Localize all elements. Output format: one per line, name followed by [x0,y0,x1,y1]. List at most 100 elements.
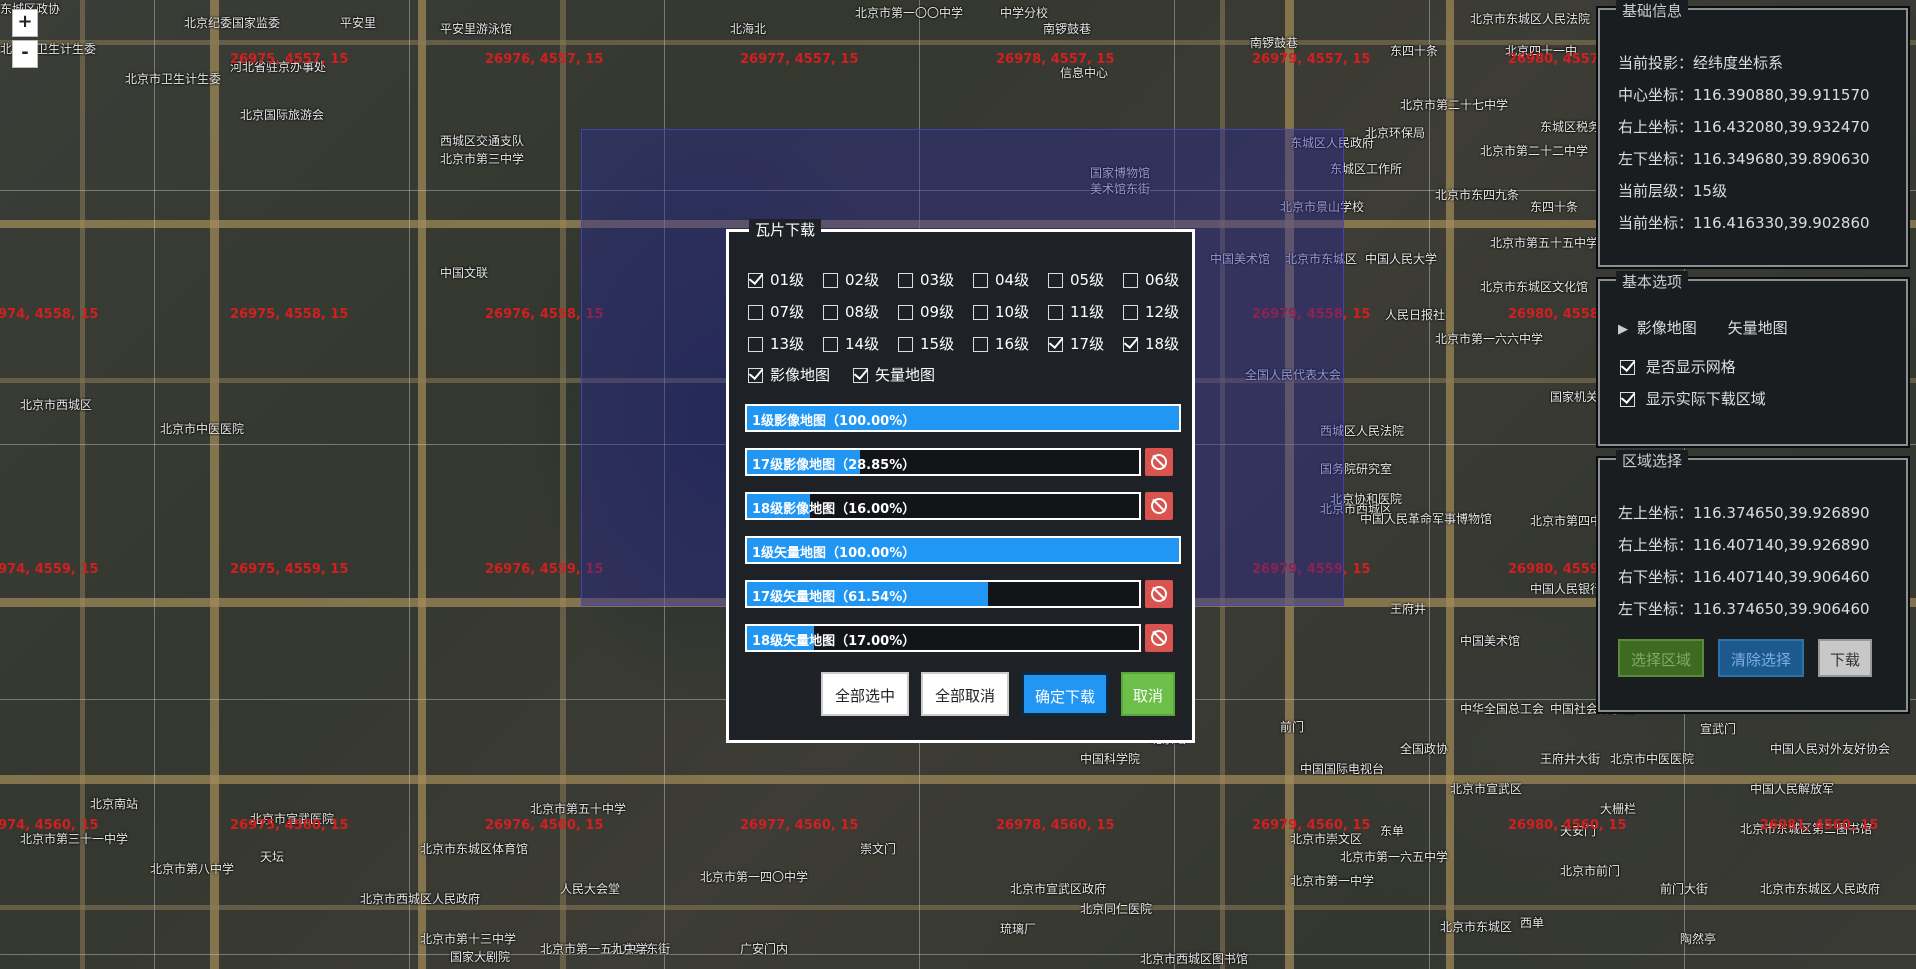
level-option[interactable]: 16级 [973,333,1029,354]
level-checkbox[interactable] [898,273,913,288]
road [0,775,1916,784]
map-place-label: 西单 [1520,916,1545,930]
show-grid-option[interactable]: 是否显示网格 [1620,356,1736,377]
level-option[interactable]: 04级 [973,269,1029,290]
level-checkbox[interactable] [898,337,913,352]
tile-download-dialog: 瓦片下载 01级 02级 03级 04级 05级 06级 07级 08级 09级 10级 11级 12… [726,219,1195,743]
level-option[interactable]: 08级 [823,301,879,322]
level-checkbox[interactable] [748,337,763,352]
map-place-label: 北京市第一六五中学 [1340,850,1449,864]
map-place-label: 宣武门 [1700,722,1737,736]
level-checkbox[interactable] [1048,273,1063,288]
confirm-download-button[interactable]: 确定下载 [1021,672,1109,716]
level-option[interactable]: 17级 [1048,333,1104,354]
dialog-maptype-imagery[interactable]: 影像地图 [748,364,830,385]
bottom-left-coordinate: 左下坐标：116.349680,39.890630 [1618,150,1870,168]
map-place-label: 中华全国总工会 [1460,702,1545,716]
level-label: 16级 [995,335,1030,353]
tile-coordinate-label: 26978, 4557, 15 [996,52,1115,67]
tile-coordinate-label: 26974, 4559, 15 [0,562,99,577]
map-place-label: 北京市东城区人民政府 [1760,882,1881,896]
level-checkbox[interactable] [1048,337,1063,352]
level-option[interactable]: 15级 [898,333,954,354]
dialog-maptype-vector[interactable]: 矢量地图 [853,364,935,385]
level-checkbox[interactable] [1123,273,1138,288]
cancel-download-icon[interactable] [1145,448,1173,476]
cancel-button[interactable]: 取消 [1121,672,1175,716]
level-option[interactable]: 09级 [898,301,954,322]
clear-selection-button[interactable]: 清除选择 [1718,639,1804,677]
map-place-label: 中国人民解放军 [1750,782,1835,796]
map-place-label: 北京市第一〇〇中学 [855,6,964,20]
map-place-label: 中学分校 [1000,6,1049,20]
level-label: 09级 [920,303,955,321]
show-grid-checkbox[interactable] [1620,360,1635,375]
level-checkbox[interactable] [973,273,988,288]
download-button[interactable]: 下载 [1818,639,1872,677]
download-progress-bar: 1级矢量地图（100.00%） [745,536,1181,564]
map-place-label: 王府井大街 [1540,752,1601,766]
zoom-in-button[interactable]: + [12,9,38,37]
level-label: 12级 [1145,303,1180,321]
options-panel-title: 基本选项 [1616,271,1689,292]
level-option[interactable]: 13级 [748,333,804,354]
level-checkbox[interactable] [823,337,838,352]
level-checkbox[interactable] [1123,337,1138,352]
show-area-option[interactable]: 显示实际下载区域 [1620,388,1766,409]
level-option[interactable]: 06级 [1123,269,1179,290]
level-checkbox[interactable] [898,305,913,320]
map-place-label: 大栅栏 [1600,802,1637,816]
map-place-label: 北京市东城区人民法院 [1470,12,1591,26]
map-place-label: 广安门内 [740,942,789,956]
cancel-download-icon[interactable] [1145,624,1173,652]
tile-coordinate-label: 26979, 4560, 15 [1252,818,1371,833]
select-all-button[interactable]: 全部选中 [821,672,909,716]
cancel-download-icon[interactable] [1145,492,1173,520]
tile-coordinate-label: 26976, 4557, 15 [485,52,604,67]
level-checkbox[interactable] [1123,305,1138,320]
level-checkbox[interactable] [1048,305,1063,320]
area-top-left: 左上坐标：116.374650,39.926890 [1618,504,1870,522]
level-checkbox[interactable] [823,305,838,320]
progress-label: 17级影像地图（28.85%） [752,458,916,473]
level-label: 08级 [845,303,880,321]
level-option[interactable]: 14级 [823,333,879,354]
zoom-out-button[interactable]: - [12,40,38,68]
level-option[interactable]: 02级 [823,269,879,290]
map-type-imagery[interactable]: 影像地图 [1637,319,1697,337]
map-place-label: 北京国际旅游会 [240,108,325,122]
map-place-label: 陶然亭 [1680,932,1717,946]
level-option[interactable]: 05级 [1048,269,1104,290]
level-label: 04级 [995,271,1030,289]
level-option[interactable]: 10级 [973,301,1029,322]
map-place-label: 北京市卫生计生委 [125,72,222,86]
show-area-checkbox[interactable] [1620,392,1635,407]
level-option[interactable]: 12级 [1123,301,1179,322]
level-checkbox[interactable] [748,273,763,288]
level-checkbox[interactable] [973,337,988,352]
level-option[interactable]: 11级 [1048,301,1104,322]
play-icon: ▶ [1618,322,1628,337]
cancel-download-icon[interactable] [1145,580,1173,608]
level-option[interactable]: 03级 [898,269,954,290]
level-checkbox[interactable] [823,273,838,288]
level-checkbox[interactable] [748,305,763,320]
vector-checkbox[interactable] [853,368,868,383]
center-coordinate: 中心坐标：116.390880,39.911570 [1618,86,1870,104]
level-label: 03级 [920,271,955,289]
level-checkbox[interactable] [973,305,988,320]
level-option[interactable]: 07级 [748,301,804,322]
imagery-checkbox[interactable] [748,368,763,383]
info-panel-title: 基础信息 [1616,0,1689,21]
level-option[interactable]: 18级 [1123,333,1179,354]
map-type-vector[interactable]: 矢量地图 [1728,319,1788,337]
deselect-all-button[interactable]: 全部取消 [921,672,1009,716]
select-area-button[interactable]: 选择区域 [1618,639,1704,677]
map-place-label: 北京南站 [90,797,139,811]
map-place-label: 中国美术馆 [1460,634,1521,648]
level-label: 14级 [845,335,880,353]
level-option[interactable]: 01级 [748,269,804,290]
imagery-label: 影像地图 [770,366,831,384]
map-place-label: 北京市东城区文化馆 [1480,280,1589,294]
map-place-label: 北京市第八中学 [150,862,235,876]
